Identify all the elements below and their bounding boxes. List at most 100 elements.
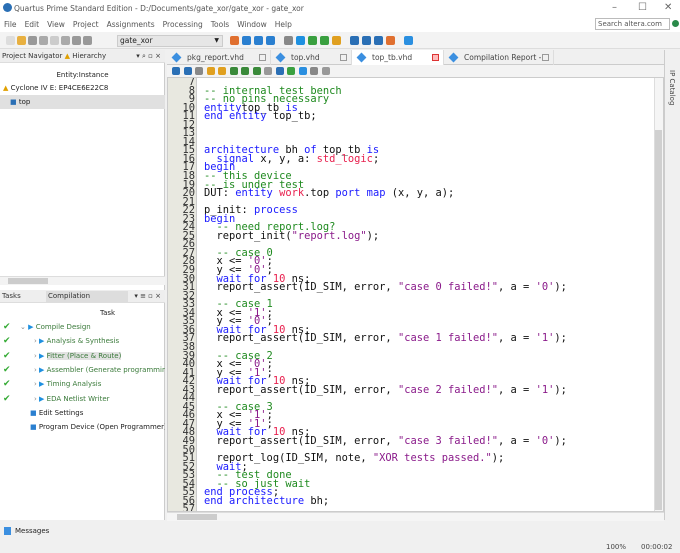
code-content[interactable]: 7 8 -- internal test bench 9 -- no pins nece…: [168, 78, 567, 511]
ip-catalog-sidebar[interactable]: IP Catalog: [664, 50, 680, 520]
line-text[interactable]: [196, 121, 204, 130]
toolbar-icon[interactable]: [350, 36, 359, 45]
code-line[interactable]: 31 report_assert(ID_SIM, error, "case 0 …: [168, 282, 567, 292]
task-row[interactable]: ✔ › ▶ Fitter (Place & Route): [0, 349, 165, 363]
messages-bar[interactable]: Messages: [0, 521, 680, 541]
code-line[interactable]: 25 report_init("report.log");: [168, 231, 567, 241]
task-item[interactable]: › ▶ EDA Netlist Writer: [34, 392, 110, 406]
toolbar-icon[interactable]: [404, 36, 413, 45]
toolbar-icon[interactable]: [242, 36, 251, 45]
chevron-down-icon[interactable]: ⌄: [20, 323, 28, 331]
close-tab-icon[interactable]: [340, 54, 347, 61]
toolbar-icon[interactable]: [266, 36, 275, 45]
task-row[interactable]: ✔ › ▶ Analysis & Synthesis: [0, 334, 165, 348]
close-tab-icon[interactable]: [542, 54, 549, 61]
globe-icon[interactable]: [672, 20, 679, 27]
editor-toolbar-icon[interactable]: [195, 67, 203, 75]
entity-instance-header[interactable]: Entity:Instance: [0, 68, 165, 82]
toolbar-icon[interactable]: [254, 36, 263, 45]
toolbar-icon[interactable]: [230, 36, 239, 45]
line-text[interactable]: [196, 198, 204, 207]
task-row[interactable]: ■ Edit Settings: [0, 406, 165, 420]
navigator-view-select[interactable]: Hierarchy: [72, 52, 106, 60]
toolbar-icon[interactable]: [39, 36, 48, 45]
toolbar-icon[interactable]: [362, 36, 371, 45]
line-text[interactable]: [196, 292, 204, 301]
editor-toolbar-icon[interactable]: [321, 67, 330, 75]
toolbar-icon[interactable]: [332, 36, 341, 45]
vertical-scroll-thumb[interactable]: [655, 130, 662, 510]
code-line[interactable]: 56 end architecture bh;: [168, 496, 567, 506]
menu-help[interactable]: Help: [275, 20, 292, 29]
toolbar-icon[interactable]: [308, 36, 317, 45]
task-column-header[interactable]: Task: [0, 306, 165, 320]
task-row[interactable]: ✔ ⌄ ▶ Compile Design: [0, 320, 165, 334]
close-tab-icon[interactable]: [259, 54, 266, 61]
line-text[interactable]: report_assert(ID_SIM, error, "case 1 fai…: [196, 333, 567, 343]
toolbar-icon[interactable]: [320, 36, 329, 45]
task-row[interactable]: ✔ › ▶ EDA Netlist Writer: [0, 392, 165, 406]
line-text[interactable]: [196, 129, 204, 138]
line-text[interactable]: [196, 343, 204, 352]
task-item[interactable]: › ▶ Assembler (Generate programming file…: [34, 363, 165, 377]
code-line[interactable]: 37 report_assert(ID_SIM, error, "case 1 …: [168, 333, 567, 343]
menu-file[interactable]: File: [4, 20, 17, 29]
line-text[interactable]: [196, 446, 204, 455]
toolbar-icon[interactable]: [17, 36, 26, 45]
project-select[interactable]: gate_xor ▼: [117, 35, 223, 47]
toolbar-icon[interactable]: [374, 36, 383, 45]
editor-toolbar-icon[interactable]: [252, 67, 261, 75]
line-text[interactable]: report_assert(ID_SIM, error, "case 0 fai…: [196, 282, 567, 292]
menu-edit[interactable]: Edit: [25, 20, 40, 29]
editor-toolbar-icon[interactable]: [172, 67, 180, 75]
menu-window[interactable]: Window: [237, 20, 267, 29]
toolbar-icon[interactable]: [61, 36, 70, 45]
panel-controls[interactable]: ▾ ⌕ ▫ ×: [136, 50, 161, 63]
task-item[interactable]: ■ Edit Settings: [30, 406, 83, 420]
navigator-hscroll[interactable]: [0, 276, 165, 285]
line-text[interactable]: [196, 505, 204, 511]
tab-top-tb-vhd[interactable]: top_tb.vhd: [352, 50, 444, 65]
toolbar-icon[interactable]: [6, 36, 15, 45]
toolbar-icon[interactable]: [296, 36, 305, 45]
line-text[interactable]: end architecture bh;: [196, 496, 329, 506]
editor-toolbar-icon[interactable]: [218, 67, 226, 75]
task-item[interactable]: ■ Program Device (Open Programmer): [30, 420, 165, 434]
menu-assignments[interactable]: Assignments: [107, 20, 155, 29]
code-editor[interactable]: 7 8 -- internal test bench 9 -- no pins nece…: [167, 77, 664, 512]
editor-toolbar-icon[interactable]: [298, 67, 307, 75]
line-text[interactable]: [196, 138, 204, 147]
editor-toolbar-icon[interactable]: [310, 67, 318, 75]
editor-toolbar-icon[interactable]: [264, 67, 272, 75]
editor-toolbar-icon[interactable]: [183, 67, 192, 75]
search-input[interactable]: Search altera.com: [595, 18, 670, 30]
minimize-button[interactable]: –: [612, 2, 617, 13]
device-row[interactable]: ▲ Cyclone IV E: EP4CE6E22C8: [0, 81, 165, 95]
top-entity-row[interactable]: ■ top: [0, 95, 165, 109]
menu-view[interactable]: View: [47, 20, 65, 29]
task-row[interactable]: ✔ › ▶ Timing Analysis: [0, 377, 165, 391]
toolbar-icon[interactable]: [284, 36, 293, 45]
line-text[interactable]: report_init("report.log");: [196, 231, 380, 241]
menu-tools[interactable]: Tools: [211, 20, 229, 29]
line-text[interactable]: [196, 78, 204, 87]
editor-toolbar-icon[interactable]: [287, 67, 295, 75]
tab-top-vhd[interactable]: top.vhd: [271, 50, 352, 65]
line-text[interactable]: [196, 240, 204, 249]
task-item[interactable]: › ▶ Analysis & Synthesis: [34, 334, 119, 348]
horizontal-scrollbar[interactable]: [167, 512, 664, 521]
code-line[interactable]: 43 report_assert(ID_SIM, error, "case 2 …: [168, 384, 567, 394]
editor-toolbar-icon[interactable]: [229, 67, 238, 75]
editor-toolbar-icon[interactable]: [275, 67, 284, 75]
toolbar-icon[interactable]: [386, 36, 395, 45]
menu-processing[interactable]: Processing: [163, 20, 203, 29]
close-tab-icon[interactable]: [432, 54, 439, 61]
task-item[interactable]: › ▶ Fitter (Place & Route): [34, 349, 122, 363]
menu-project[interactable]: Project: [73, 20, 99, 29]
editor-toolbar-icon[interactable]: [206, 67, 215, 75]
line-text[interactable]: report_assert(ID_SIM, error, "case 2 fai…: [196, 384, 567, 394]
toolbar-icon[interactable]: [83, 36, 92, 45]
close-button[interactable]: ✕: [664, 2, 672, 13]
task-item[interactable]: › ▶ Timing Analysis: [34, 377, 101, 391]
code-line[interactable]: 11 end entity top_tb;: [168, 111, 567, 121]
